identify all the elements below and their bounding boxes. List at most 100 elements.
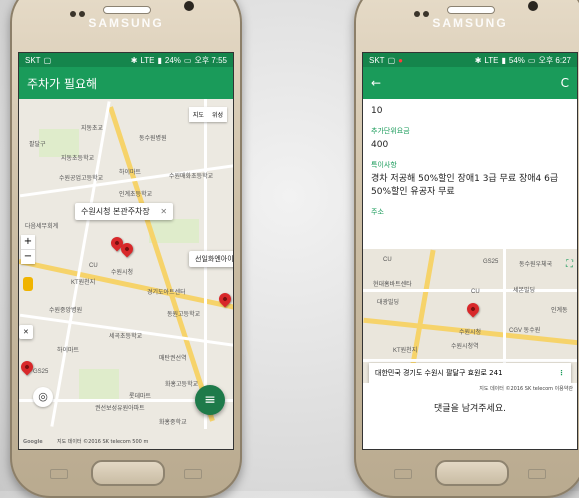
map-label: 현대홈바트센타 [373, 282, 412, 288]
brand-logo: SAMSUNG [88, 16, 164, 30]
back-arrow-icon[interactable]: ← [371, 76, 381, 90]
map-view[interactable]: 지동초교 동수원병원 팔달구 지동초등학교 수원공업고등학교 하이마트 수원매화… [19, 99, 233, 449]
brand-logo: SAMSUNG [432, 16, 508, 30]
map-label: 팔달구 [29, 142, 46, 148]
parking-callout[interactable]: 수원시청 본관주차장 ✕ [75, 203, 174, 220]
signal-icon: ▮ [157, 55, 162, 65]
map-label: 수원공업고등학교 [59, 176, 104, 182]
map-label: 권선보성유원아파트 [95, 406, 145, 412]
front-camera [184, 1, 194, 11]
map-label: 지동초교 [81, 126, 104, 132]
map-label: 수원매화초등학교 [169, 174, 214, 180]
battery-level: 24% [164, 55, 181, 65]
address-more-icon[interactable]: ⋮ [558, 369, 565, 377]
status-bar: SKT ▢ ✱ LTE ▮ 24% ▭ 오후 7:55 [19, 53, 233, 67]
network-type: LTE [484, 55, 499, 65]
earpiece [103, 6, 151, 14]
field-value-top: 10 [371, 106, 383, 116]
home-button[interactable] [91, 460, 165, 486]
address-card[interactable]: 대한민국 경기도 수원시 팔달구 효원로 241 ⋮ [369, 363, 571, 383]
street [363, 359, 577, 362]
map-label: 화홍중학교 [159, 420, 187, 426]
menu-fab-button[interactable]: ≡ [195, 385, 225, 415]
map-label: 수원중앙병원 [49, 308, 83, 314]
map-label: 동수원우체국 [519, 262, 553, 268]
side-callout-title: 선일화엔아이 [195, 255, 233, 263]
address-map[interactable]: CU GS25 동수원우체국 현대홈바트센타 세본빌딩 수원시청 CGV 동수원… [363, 249, 577, 383]
map-label: 수원시청 [111, 270, 134, 276]
status-bar: SKT ▢ ● ✱ LTE ▮ 54% ▭ 오후 6:27 [363, 53, 577, 67]
field-value-special: 경차 저공해 50%할인 장애1 3급 무료 장애4 6급50%할인 유공자 무… [371, 174, 559, 197]
recent-apps-key[interactable] [394, 469, 412, 479]
notification-icon: ▢ [387, 55, 396, 65]
map-attribution: 지도 데이터 ©2016 SK telecom 이용약관 [479, 386, 573, 392]
map-label: 세본빌딩 [513, 288, 536, 294]
callout-title: 수원시청 본관주차장 [81, 207, 150, 216]
map-label: 인계동 [551, 308, 568, 314]
map-label: 수원시청 [459, 330, 482, 336]
battery-icon: ▭ [527, 55, 536, 65]
app-bar: 주차가 필요해 [19, 67, 233, 99]
street-view-pegman-icon[interactable] [23, 277, 33, 291]
app-bar: ← C [363, 67, 577, 99]
back-key[interactable] [528, 469, 546, 479]
street [363, 289, 577, 292]
bluetooth-icon: ✱ [130, 55, 138, 65]
screen-detail: SKT ▢ ● ✱ LTE ▮ 54% ▭ 오후 6:27 ← C 10 추가단… [362, 52, 578, 450]
map-label: GS25 [33, 369, 49, 375]
battery-icon: ▭ [183, 55, 192, 65]
expand-map-icon[interactable]: ⛶ [566, 259, 573, 270]
record-icon: ● [398, 55, 403, 65]
map-label: 대광빌딩 [377, 300, 400, 306]
park-area [79, 369, 119, 399]
map-label: 매탄권선역 [159, 356, 187, 362]
comment-prompt[interactable]: 댓글을 남겨주세요. [363, 401, 577, 414]
field-label-extra-fee: 추가단위요금 [371, 127, 410, 135]
my-location-icon[interactable]: ◎ [33, 387, 53, 407]
zoom-out-button[interactable]: − [21, 249, 35, 264]
signal-icon: ▮ [501, 55, 506, 65]
field-label-address: 주소 [371, 208, 384, 216]
carrier: SKT [25, 55, 41, 65]
map-label: KT원천지 [71, 280, 96, 286]
clock: 오후 6:27 [538, 55, 571, 65]
map-type-satellite[interactable]: 위성 [208, 107, 227, 122]
map-type-toggle: 지도 위성 [188, 107, 227, 122]
map-label: 다음세무회계 [25, 224, 59, 230]
app-title: 주차가 필요해 [27, 76, 98, 91]
map-label: KT원천지 [393, 348, 418, 354]
zoom-controls: + − [21, 235, 35, 264]
back-key[interactable] [184, 469, 202, 479]
front-camera [528, 1, 538, 11]
chip-close-icon[interactable]: ✕ [23, 328, 29, 336]
address-text: 대한민국 경기도 수원시 팔달구 효원로 241 [375, 369, 503, 377]
map-label: 동수원병원 [139, 136, 167, 142]
recent-apps-key[interactable] [50, 469, 68, 479]
map-label: 화홍고등학교 [165, 382, 199, 388]
map-label: CU [89, 263, 98, 269]
refresh-icon[interactable]: C [561, 76, 569, 90]
map-label: CU [383, 257, 392, 263]
map-label: GS25 [483, 259, 499, 265]
map-label: 경기도아트센터 [147, 290, 186, 296]
callout-close-icon[interactable]: ✕ [160, 207, 167, 216]
phone-left: SAMSUNG SKT ▢ ✱ LTE ▮ 24% ▭ 오후 7:55 주차가 … [10, 0, 242, 498]
map-label: 하이마트 [57, 348, 80, 354]
network-type: LTE [140, 55, 155, 65]
map-label: 동원고등학교 [167, 312, 201, 318]
bluetooth-icon: ✱ [474, 55, 482, 65]
map-label: 인계초등학교 [119, 192, 153, 198]
home-button[interactable] [435, 460, 509, 486]
notification-icon: ▢ [43, 55, 52, 65]
carrier: SKT [369, 55, 385, 65]
field-value-extra-fee: 400 [371, 140, 389, 150]
map-label: 롯데마트 [129, 394, 152, 400]
map-label: 세곡초등학교 [109, 334, 143, 340]
earpiece [447, 6, 495, 14]
side-chip[interactable]: ✕ [19, 325, 33, 339]
zoom-in-button[interactable]: + [21, 235, 35, 249]
map-attribution: 지도 데이터 ©2016 SK telecom 500 m [57, 439, 149, 445]
side-callout[interactable]: 선일화엔아이 [189, 251, 233, 267]
map-label: CU [471, 289, 480, 295]
map-type-map[interactable]: 지도 [189, 107, 208, 122]
